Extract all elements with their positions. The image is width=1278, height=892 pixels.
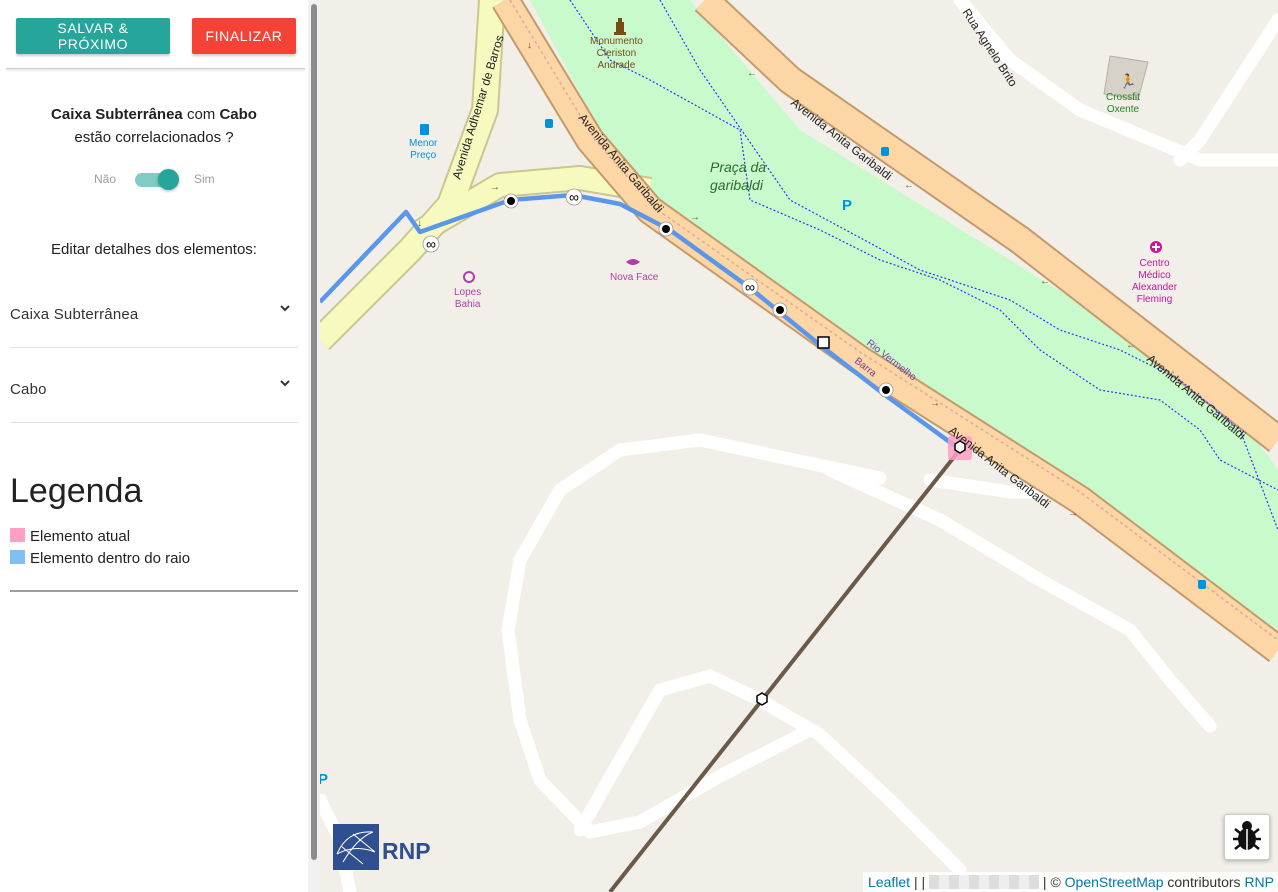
save-next-button[interactable]: SALVAR & PRÓXIMO — [16, 18, 170, 54]
rnp-logo-text: RNP — [382, 838, 431, 864]
cable-line — [608, 450, 960, 892]
scrollbar-thumb[interactable] — [311, 4, 317, 860]
rnp-link[interactable]: RNP — [1244, 874, 1274, 890]
osm-link[interactable]: OpenStreetMap — [1065, 874, 1164, 890]
svg-text:←: ← — [1040, 276, 1050, 287]
street-label: Rua Agnelo Brito — [959, 6, 1020, 89]
running-icon: 🏃 — [1119, 73, 1136, 89]
poi-lopes-label: Lopes Bahia — [454, 287, 482, 310]
marker-hexagon-icon — [756, 692, 768, 706]
fuel-icon — [420, 124, 429, 135]
svg-text:∞: ∞ — [745, 279, 755, 295]
svg-text:∞: ∞ — [569, 189, 579, 205]
accordion-label: Cabo — [10, 381, 47, 398]
map-canvas[interactable]: ∞ ∞ ∞ ← ← ← ← ↓ → → → → ↓ 🏃 Avenida Anita Garib… — [320, 0, 1278, 892]
legend-swatch-current — [10, 528, 25, 542]
svg-text:↓: ↓ — [527, 40, 532, 51]
finish-button[interactable]: FINALIZAR — [192, 18, 296, 54]
legend-label: Elemento dentro do raio — [30, 550, 191, 567]
chevron-down-icon — [280, 380, 290, 387]
legend-swatch-in-radius — [10, 550, 25, 564]
parking-icon: P — [320, 771, 329, 788]
beauty-icon — [626, 259, 640, 265]
bug-icon — [1233, 821, 1261, 850]
bus-stop-icon — [1198, 580, 1206, 589]
switch-knob[interactable] — [158, 169, 179, 190]
sidebar-scrollbar[interactable] — [308, 0, 320, 892]
poi-novaface-label: Nova Face — [610, 272, 659, 283]
legend-item-in-radius: Elemento dentro do raio — [10, 550, 190, 567]
edit-details-title: Editar detalhes dos elementos: — [51, 241, 257, 258]
legend-divider — [10, 590, 298, 592]
attribution-separator: | | — [913, 874, 926, 890]
accordion-cabo[interactable]: Cabo — [10, 347, 298, 423]
svg-text:→: → — [1068, 508, 1078, 519]
bus-stop-icon — [545, 119, 553, 128]
svg-text:↓: ↓ — [417, 218, 422, 229]
redacted-attribution — [929, 875, 1040, 889]
correlation-switch: Não Sim — [0, 168, 308, 190]
legend-title: Legenda — [10, 472, 143, 510]
svg-text:→: → — [690, 212, 700, 223]
svg-text:∞: ∞ — [426, 236, 436, 252]
svg-text:←: ← — [747, 68, 757, 79]
accordion-caixa-subterranea[interactable]: Caixa Subterrânea — [10, 272, 298, 348]
rnp-logo: RNP — [333, 824, 431, 870]
contributors-text: contributors — [1167, 874, 1241, 890]
parking-icon: P — [842, 197, 853, 214]
marker-square-icon — [817, 336, 830, 349]
correlation-question: Caixa Subterrânea com Cabo estão correla… — [0, 103, 308, 149]
chevron-down-icon — [280, 305, 290, 312]
map-attribution: Leaflet | | | © OpenStreetMap contributo… — [863, 872, 1278, 892]
sidebar: SALVAR & PRÓXIMO FINALIZAR Caixa Subterr… — [0, 0, 308, 892]
svg-text:←: ← — [1126, 340, 1136, 351]
lopes-icon — [463, 271, 475, 283]
copyright-symbol: © — [1050, 874, 1061, 890]
leaflet-link[interactable]: Leaflet — [868, 874, 910, 890]
bus-stop-icon — [881, 147, 889, 156]
switch-off-label: Não — [94, 172, 117, 186]
map[interactable]: ∞ ∞ ∞ ← ← ← ← ↓ → → → → ↓ 🏃 Avenida Anit… — [320, 0, 1278, 892]
svg-text:←: ← — [904, 180, 914, 191]
park-area — [530, 0, 1278, 630]
poi-monument-label: Monumento Cleriston Andrade — [590, 36, 643, 71]
accordion-label: Caixa Subterrânea — [10, 306, 139, 323]
switch-on-label: Sim — [194, 172, 215, 186]
svg-text:→: → — [490, 182, 500, 193]
element-a-label: Caixa Subterrânea — [51, 106, 183, 123]
svg-text:→: → — [930, 398, 940, 409]
connector-label: com — [186, 106, 216, 123]
poi-medical-label: Centro Médico Alexander Fleming — [1132, 258, 1178, 305]
element-b-label: Cabo — [219, 106, 257, 123]
rnp-logo-mark — [333, 824, 379, 870]
poi-fuel-label: Menor Preço — [409, 138, 438, 161]
legend-item-current: Elemento atual — [10, 528, 130, 545]
legend-label: Elemento atual — [30, 528, 131, 545]
question-label: estão correlacionados ? — [74, 129, 234, 146]
park-label: Praça da garibaldi — [710, 159, 767, 193]
attribution-pipe: | — [1042, 874, 1047, 890]
toolbar-divider — [6, 68, 305, 69]
bug-report-button[interactable] — [1224, 814, 1270, 860]
poi-crossfit-label: Crossfit Oxente — [1106, 92, 1140, 115]
